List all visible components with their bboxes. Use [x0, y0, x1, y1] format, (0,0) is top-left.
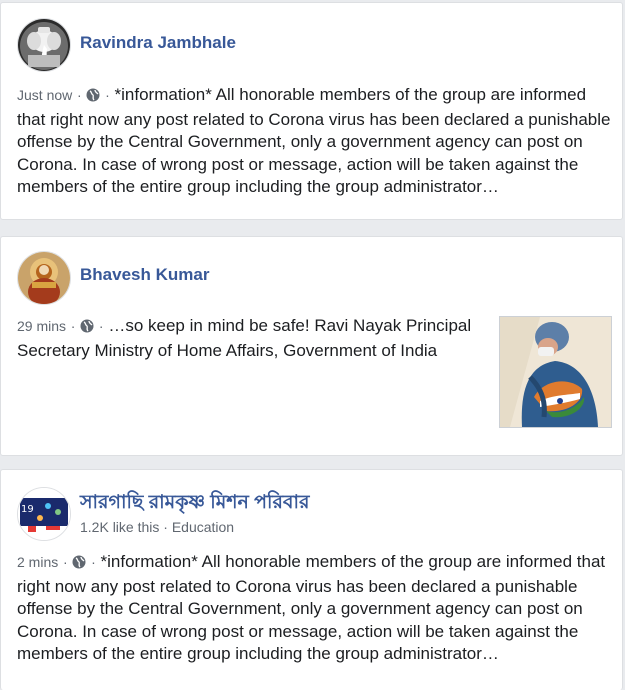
post-author[interactable]: সারগাছি রামকৃষ্ণ মিশন পরিবার [80, 488, 309, 520]
post-thumbnail[interactable] [499, 316, 612, 428]
page-likes: 1.2K like this · Education [80, 519, 235, 535]
post-author[interactable]: Ravindra Jambhale [80, 33, 236, 53]
separator: · [105, 87, 110, 103]
page-avatar-image: 19 [18, 488, 70, 540]
post-timestamp[interactable]: 29 mins [17, 318, 66, 334]
separator: · [70, 318, 76, 334]
post-card: Bhavesh Kumar 29 mins · · …so keep in mi… [0, 236, 623, 456]
elephant-deity-avatar-image [18, 19, 70, 71]
post-card: Ravindra Jambhale Just now · · *informat… [0, 2, 623, 220]
avatar[interactable] [17, 18, 71, 72]
goddess-avatar-image [18, 252, 70, 304]
svg-text:19: 19 [21, 504, 34, 515]
separator: · [98, 318, 104, 334]
health-worker-illustration [500, 317, 611, 427]
globe-icon [80, 317, 94, 340]
post-card: 19 সারগাছি রামকৃষ্ণ মিশন পরিবার 1.2K lik… [0, 469, 623, 690]
separator: · [91, 554, 96, 570]
avatar[interactable]: 19 [17, 487, 71, 541]
post-message: *information* All honorable members of t… [17, 552, 606, 663]
post-text: Just now · · *information* All honorable… [17, 84, 612, 199]
post-timestamp[interactable]: Just now [17, 87, 72, 103]
post-timestamp[interactable]: 2 mins [17, 554, 58, 570]
globe-icon [86, 86, 100, 109]
globe-icon [72, 553, 86, 576]
post-author[interactable]: Bhavesh Kumar [80, 265, 209, 285]
separator: · [62, 554, 68, 570]
post-text: 2 mins · · *information* All honorable m… [17, 551, 612, 666]
separator: · [76, 87, 82, 103]
post-text: 29 mins · · …so keep in mind be safe! Ra… [17, 315, 492, 362]
avatar[interactable] [17, 251, 71, 305]
